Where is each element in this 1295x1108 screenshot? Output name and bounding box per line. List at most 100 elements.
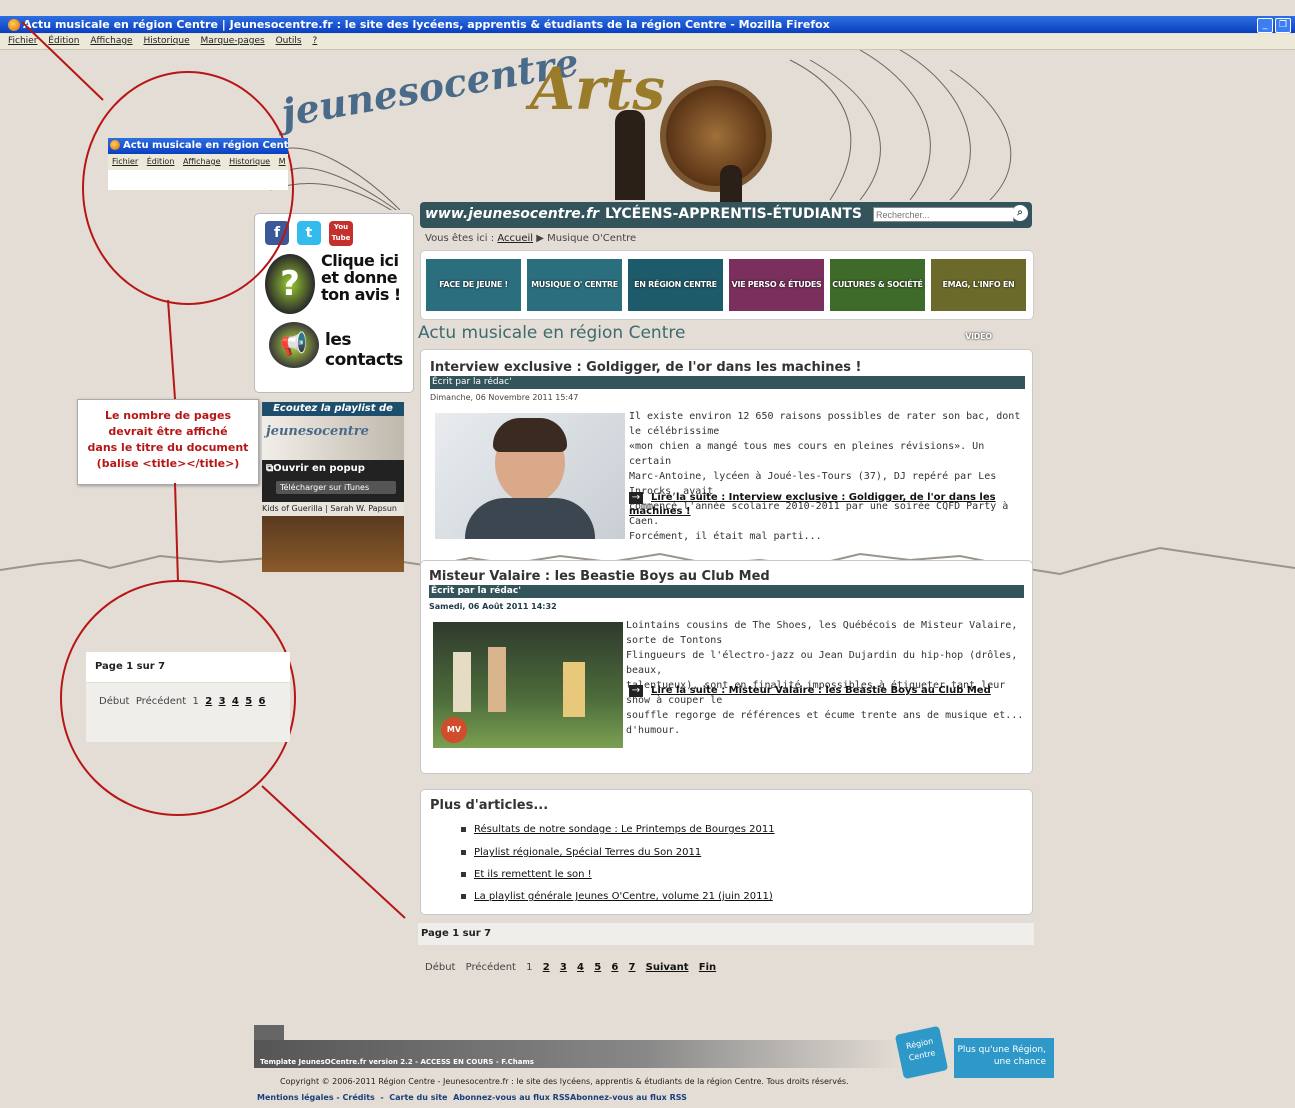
footer-links: Mentions légales - Crédits - Carte du si…	[257, 1093, 687, 1102]
category-emag[interactable]: EMAG, L'INFO EN VIDÉO	[931, 259, 1026, 341]
menu-affichage[interactable]: Affichage	[90, 36, 132, 46]
search-input[interactable]	[873, 207, 1014, 222]
popup-link[interactable]: ⧉Ouvrir en popup	[266, 463, 365, 474]
pager-link[interactable]: 7	[629, 962, 636, 973]
article-excerpt: Lointains cousins de The Shoes, les Québ…	[626, 620, 1024, 736]
copyright: Copyright © 2006-2011 Région Centre - Je…	[280, 1077, 849, 1086]
article-photo	[435, 413, 625, 539]
page-counter: Page 1 sur 7	[418, 922, 1034, 946]
firefox-icon	[8, 19, 20, 31]
article-date: Dimanche, 06 Novembre 2011 15:47	[430, 393, 579, 402]
footer-link-rss[interactable]: Abonnez-vous au flux RSS	[453, 1093, 570, 1102]
breadcrumb-home-link[interactable]: Accueil	[497, 233, 533, 244]
menu-help[interactable]: ?	[312, 36, 317, 46]
pager-start: Début	[425, 962, 456, 973]
article-card: Interview exclusive : Goldigger, de l'or…	[420, 349, 1033, 566]
menu-historique[interactable]: Historique	[143, 36, 189, 46]
pager-current: 1	[526, 962, 533, 973]
list-item[interactable]: Résultats de notre sondage : Le Printemp…	[461, 824, 775, 835]
category-face-de-jeune[interactable]: FACE DE JEUNE !	[426, 259, 521, 311]
restore-button[interactable]: ❐	[1275, 18, 1291, 33]
list-item[interactable]: Playlist régionale, Spécial Terres du So…	[461, 847, 701, 858]
pagination: Début Précédent 1 2 3 4 5 6 7 Suivant Fi…	[425, 962, 723, 973]
list-item[interactable]: Et ils remettent le son !	[461, 869, 592, 880]
pager-link[interactable]: 5	[594, 962, 601, 973]
article-author: Écrit par la rédac'	[430, 376, 1025, 389]
itunes-button[interactable]: Télécharger sur iTunes	[276, 481, 396, 494]
pager-link[interactable]: 6	[611, 962, 618, 973]
annotation-note: Le nombre de pages devrait être affiché …	[77, 399, 259, 485]
arrow-right-icon: →	[629, 492, 643, 504]
playlist-widget: Ecoutez la playlist de jeunesocentre ⧉Ou…	[262, 402, 404, 572]
article-title[interactable]: Misteur Valaire : les Beastie Boys au Cl…	[429, 569, 770, 584]
banner-title: Arts	[530, 55, 666, 123]
read-more-link[interactable]: Lire la suite : Interview exclusive : Go…	[629, 492, 996, 517]
category-musique[interactable]: MUSIQUE O' CENTRE	[527, 259, 622, 311]
zoom-pager: Page 1 sur 7 Début Précédent 1 2 3 4 5 6	[86, 652, 290, 742]
footer-link-mentions[interactable]: Mentions légales	[257, 1093, 334, 1102]
playlist-video[interactable]	[262, 516, 404, 572]
article-card: Misteur Valaire : les Beastie Boys au Cl…	[420, 560, 1033, 774]
pager-next[interactable]: Suivant	[646, 962, 689, 973]
menu-fichier[interactable]: Fichier	[8, 36, 37, 46]
read-more: → Lire la suite : Interview exclusive : G…	[629, 490, 1032, 517]
category-cultures[interactable]: CULTURES & SOCIÉTÉ	[830, 259, 925, 311]
banner-figure-2	[720, 165, 742, 203]
menu-edition[interactable]: Édition	[48, 36, 79, 46]
breadcrumb-separator-icon: ▶	[536, 233, 544, 244]
article-excerpt: Il existe environ 12 650 raisons possibl…	[629, 411, 1021, 542]
article-photo: MV	[433, 622, 623, 748]
breadcrumb: Vous êtes ici : Accueil ▶ Musique O'Cent…	[425, 233, 636, 244]
pager-link[interactable]: 4	[577, 962, 584, 973]
page-title: Actu musicale en région Centre	[418, 323, 686, 343]
footer-link-credits[interactable]: Crédits	[343, 1093, 375, 1102]
category-en-region[interactable]: EN RÉGION CENTRE	[628, 259, 723, 311]
pager-link[interactable]: 2	[543, 962, 550, 973]
window-title-bar: Actu musicale en région Centre | Jeuneso…	[0, 16, 1295, 33]
footer-template: Template JeunesOCentre.fr version 2.2 - …	[260, 1058, 534, 1066]
menu-outils[interactable]: Outils	[276, 36, 302, 46]
twitter-icon[interactable]: t	[297, 221, 321, 245]
list-item[interactable]: La playlist générale Jeunes O'Centre, vo…	[461, 891, 773, 902]
category-nav: FACE DE JEUNE ! MUSIQUE O' CENTRE EN RÉG…	[420, 250, 1034, 341]
megaphone-icon: 📢	[269, 322, 319, 368]
arrow-right-icon: →	[629, 685, 643, 697]
article-date: Samedi, 06 Août 2011 14:32	[429, 602, 557, 611]
more-articles-title: Plus d'articles...	[430, 798, 549, 813]
pager-link[interactable]: 3	[560, 962, 567, 973]
article-title[interactable]: Interview exclusive : Goldigger, de l'or…	[430, 360, 861, 375]
playlist-banner: jeunesocentre	[262, 416, 404, 460]
site-logo[interactable]: jeunesocentre	[278, 39, 582, 136]
search-icon[interactable]: ⌕	[1012, 205, 1028, 221]
zoom-title-bar: Actu musicale en région Centre | Fichier…	[108, 138, 288, 190]
window-controls: _ ❐	[1255, 17, 1291, 33]
banner-figure	[615, 110, 645, 200]
site-tagline: LYCÉENS-APPRENTIS-ÉTUDIANTS	[605, 206, 862, 222]
menu-marque-pages[interactable]: Marque-pages	[201, 36, 265, 46]
menu-bar: Fichier Édition Affichage Historique Mar…	[0, 34, 1295, 50]
window-title: Actu musicale en région Centre | Jeuneso…	[23, 18, 830, 31]
pager-prev: Précédent	[465, 962, 516, 973]
header-bar: www.jeunesocentre.fr LYCÉENS-APPRENTIS-É…	[420, 202, 1032, 228]
breadcrumb-current: Musique O'Centre	[547, 233, 637, 244]
feedback-link[interactable]: Clique ici et donne ton avis !	[321, 252, 411, 303]
pager-end[interactable]: Fin	[699, 962, 716, 973]
read-more-link[interactable]: Lire la suite : Misteur Valaire : les Be…	[651, 685, 991, 696]
site-url: www.jeunesocentre.fr	[425, 206, 600, 222]
more-articles: Plus d'articles... Résultats de notre so…	[420, 789, 1033, 915]
footer-link-sitemap[interactable]: Carte du site	[389, 1093, 447, 1102]
question-icon: ?	[265, 254, 315, 314]
banner-picture	[660, 80, 772, 192]
firefox-icon	[110, 140, 120, 150]
minimize-button[interactable]: _	[1257, 18, 1273, 33]
contacts-link[interactable]: les contacts	[325, 330, 413, 370]
footer: Template JeunesOCentre.fr version 2.2 - …	[254, 1025, 1054, 1080]
footer-link-rss-2[interactable]: Abonnez-vous au flux RSS	[570, 1093, 687, 1102]
playlist-title: Ecoutez la playlist de	[262, 402, 404, 416]
youtube-icon[interactable]: You Tube	[329, 221, 353, 246]
region-logo[interactable]: Région Centre Plus qu'une Région, une cha…	[894, 1025, 1054, 1080]
category-vie-perso[interactable]: VIE PERSO & ÉTUDES	[729, 259, 824, 311]
breadcrumb-prefix: Vous êtes ici :	[425, 233, 495, 244]
region-slogan: Plus qu'une Région, une chance	[954, 1038, 1054, 1078]
arts-banner: Arts	[520, 55, 1040, 203]
